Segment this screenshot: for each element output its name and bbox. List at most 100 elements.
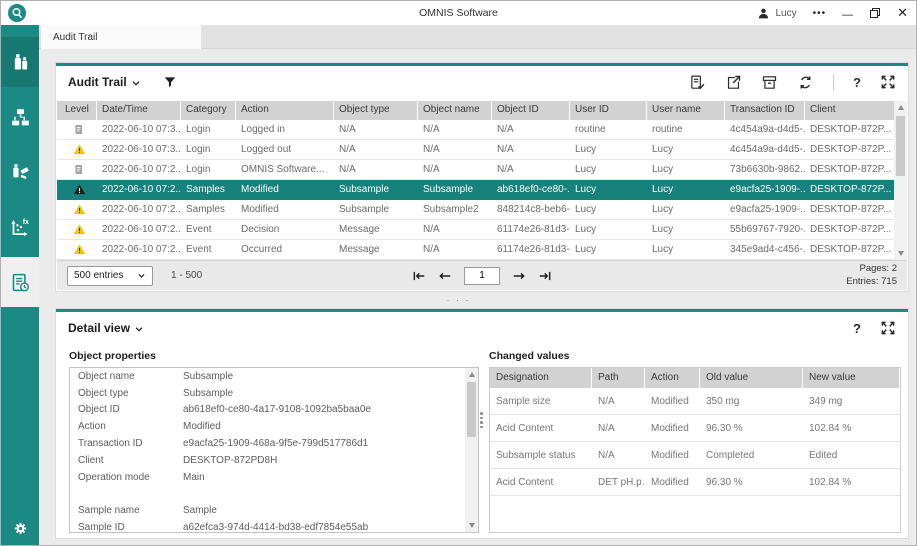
changed-value-row[interactable]: Subsample status N/A Modified Completed Edit…	[490, 442, 900, 469]
column-header-client[interactable]: Client	[805, 101, 907, 120]
column-header-user-name[interactable]: User name	[647, 101, 725, 120]
previous-page-button[interactable]	[438, 270, 452, 282]
column-header-transaction-id[interactable]: Transaction ID	[725, 101, 805, 120]
scroll-down-icon[interactable]	[465, 519, 478, 532]
property-label: Action	[78, 421, 106, 433]
expand-button[interactable]	[880, 320, 896, 336]
table-cell: 2022-06-10 07:2...	[102, 204, 181, 215]
detail-panel-title: Detail view	[68, 321, 131, 335]
column-header-object-name[interactable]: Object name	[418, 101, 492, 120]
tab-label: Audit Trail	[53, 31, 98, 43]
column-header-object-type[interactable]: Object type	[334, 101, 418, 120]
settings-button[interactable]	[1, 520, 39, 537]
column-header-level[interactable]: Level	[57, 101, 97, 120]
report-button[interactable]	[689, 74, 706, 91]
refresh-button[interactable]	[797, 74, 814, 91]
sidebar-item-structure[interactable]	[1, 92, 39, 142]
sidebar-item-sample-handling[interactable]	[1, 147, 39, 197]
table-cell: Lucy	[652, 184, 674, 195]
table-cell: 2022-06-10 07:2...	[102, 224, 181, 235]
table-cell: Message	[339, 244, 380, 255]
changed-value-row[interactable]: Acid Content DET pH.p... Modified 96.30 % 10…	[490, 469, 900, 496]
table-cell: N/A	[497, 124, 514, 135]
help-button[interactable]: ?	[853, 75, 861, 90]
column-header-date-time[interactable]: Date/Time	[97, 101, 181, 120]
tab-audit-trail[interactable]: Audit Trail	[41, 25, 201, 49]
scroll-up-icon[interactable]	[465, 368, 478, 381]
property-value: Main	[183, 471, 205, 483]
detail-panel-title-dropdown[interactable]: Detail view	[68, 321, 144, 335]
table-cell: Login	[186, 164, 211, 175]
table-cell: 96.30 %	[706, 476, 743, 488]
column-header-object-id[interactable]: Object ID	[492, 101, 570, 120]
property-label: Client	[78, 454, 104, 466]
table-row[interactable]: 2022-06-10 07:3... Login Logged out N/A N/A N…	[57, 140, 907, 160]
table-cell: 848214c8-beb6-...	[497, 204, 570, 215]
property-value: ab618ef0-ce80-4a17-9108-1092ba5baa0e	[183, 404, 371, 416]
filter-button[interactable]	[163, 75, 177, 89]
table-row[interactable]: 2022-06-10 07:2... Login OMNIS Software...…	[57, 160, 907, 180]
table-cell: N/A	[598, 449, 615, 461]
table-cell: N/A	[497, 144, 514, 155]
table-cell: Decision	[241, 224, 280, 235]
table-row[interactable]: 2022-06-10 07:2... Samples Modified Subsamp…	[57, 180, 907, 200]
sidebar-item-analysis[interactable]: fx	[1, 202, 39, 252]
changed-values-section: Changed values Designation Path Action Old …	[489, 350, 901, 533]
table-cell: Logged out	[241, 144, 292, 155]
table-cell: Event	[186, 244, 212, 255]
audit-panel-title-dropdown[interactable]: Audit Trail	[68, 75, 141, 89]
sidebar-item-samples[interactable]	[1, 37, 39, 87]
changed-value-row[interactable]: Sample size N/A Modified 350 mg 349 mg	[490, 388, 900, 415]
scroll-thumb[interactable]	[896, 116, 905, 176]
detail-splitter-handle[interactable]	[480, 412, 483, 428]
column-header-category[interactable]: Category	[181, 101, 236, 120]
column-header-action[interactable]: Action	[236, 101, 334, 120]
sidebar-item-audit-trail[interactable]	[1, 257, 39, 307]
changed-value-row[interactable]: Acid Content N/A Modified 96.30 % 102.84 %	[490, 415, 900, 442]
table-cell: DESKTOP-872P...	[810, 184, 892, 195]
table-row[interactable]: 2022-06-10 07:2... Event Occurred Message N/…	[57, 240, 907, 260]
first-page-button[interactable]	[412, 270, 426, 282]
table-row[interactable]: 2022-06-10 07:2... Event Decision Message N/…	[57, 220, 907, 240]
panel-resize-handle[interactable]: · · ·	[1, 295, 916, 305]
table-cell: Lucy	[575, 184, 597, 195]
next-page-button[interactable]	[512, 270, 526, 282]
audit-table-scrollbar[interactable]	[894, 101, 907, 260]
restore-button[interactable]	[869, 7, 881, 19]
page-number-input[interactable]	[464, 266, 500, 285]
table-cell: Occurred	[241, 244, 283, 255]
object-properties-scrollbar[interactable]	[465, 368, 478, 532]
column-header-new-value[interactable]: New value	[803, 368, 900, 388]
object-properties-section: Object properties Object name Subsample Ob…	[69, 350, 479, 533]
page-size-select[interactable]: 500 entries	[67, 265, 153, 286]
entries-label: Entries: 715	[846, 275, 897, 287]
property-label: Object type	[78, 387, 129, 399]
table-cell: ab618ef0-ce80-...	[497, 184, 570, 195]
audit-table-header: Level Date/Time Category Action Object type O…	[57, 101, 907, 120]
changed-values-body: Sample size N/A Modified 350 mg 349 mg Acid C…	[490, 388, 900, 496]
archive-button[interactable]	[761, 74, 778, 91]
expand-button[interactable]	[880, 74, 896, 90]
table-row[interactable]: 2022-06-10 07:2... Samples Modified Subsamp…	[57, 200, 907, 220]
table-row[interactable]: 2022-06-10 07:3... Login Logged in N/A N/A N/…	[57, 120, 907, 140]
close-button[interactable]: ✕	[897, 1, 908, 25]
help-button[interactable]: ?	[853, 321, 861, 336]
detail-view-panel: Detail view ? Object properties Object n…	[56, 309, 908, 538]
column-header-path[interactable]: Path	[592, 368, 645, 388]
scroll-down-icon[interactable]	[894, 247, 907, 260]
export-button[interactable]	[725, 74, 742, 91]
user-menu[interactable]: Lucy	[757, 7, 797, 20]
minimize-button[interactable]: —	[842, 3, 853, 27]
table-cell: Lucy	[652, 244, 674, 255]
audit-table-body: 2022-06-10 07:3... Login Logged in N/A N/A N/…	[57, 120, 907, 260]
scroll-up-icon[interactable]	[894, 101, 907, 114]
column-header-designation[interactable]: Designation	[490, 368, 592, 388]
expand-icon	[881, 75, 895, 89]
column-header-user-id[interactable]: User ID	[570, 101, 647, 120]
scroll-thumb[interactable]	[467, 382, 476, 437]
more-menu-icon[interactable]: •••	[813, 8, 827, 19]
last-page-button[interactable]	[538, 270, 552, 282]
table-cell: 4c454a9a-d4d5-...	[730, 144, 805, 155]
column-header-action[interactable]: Action	[645, 368, 700, 388]
column-header-old-value[interactable]: Old value	[700, 368, 803, 388]
